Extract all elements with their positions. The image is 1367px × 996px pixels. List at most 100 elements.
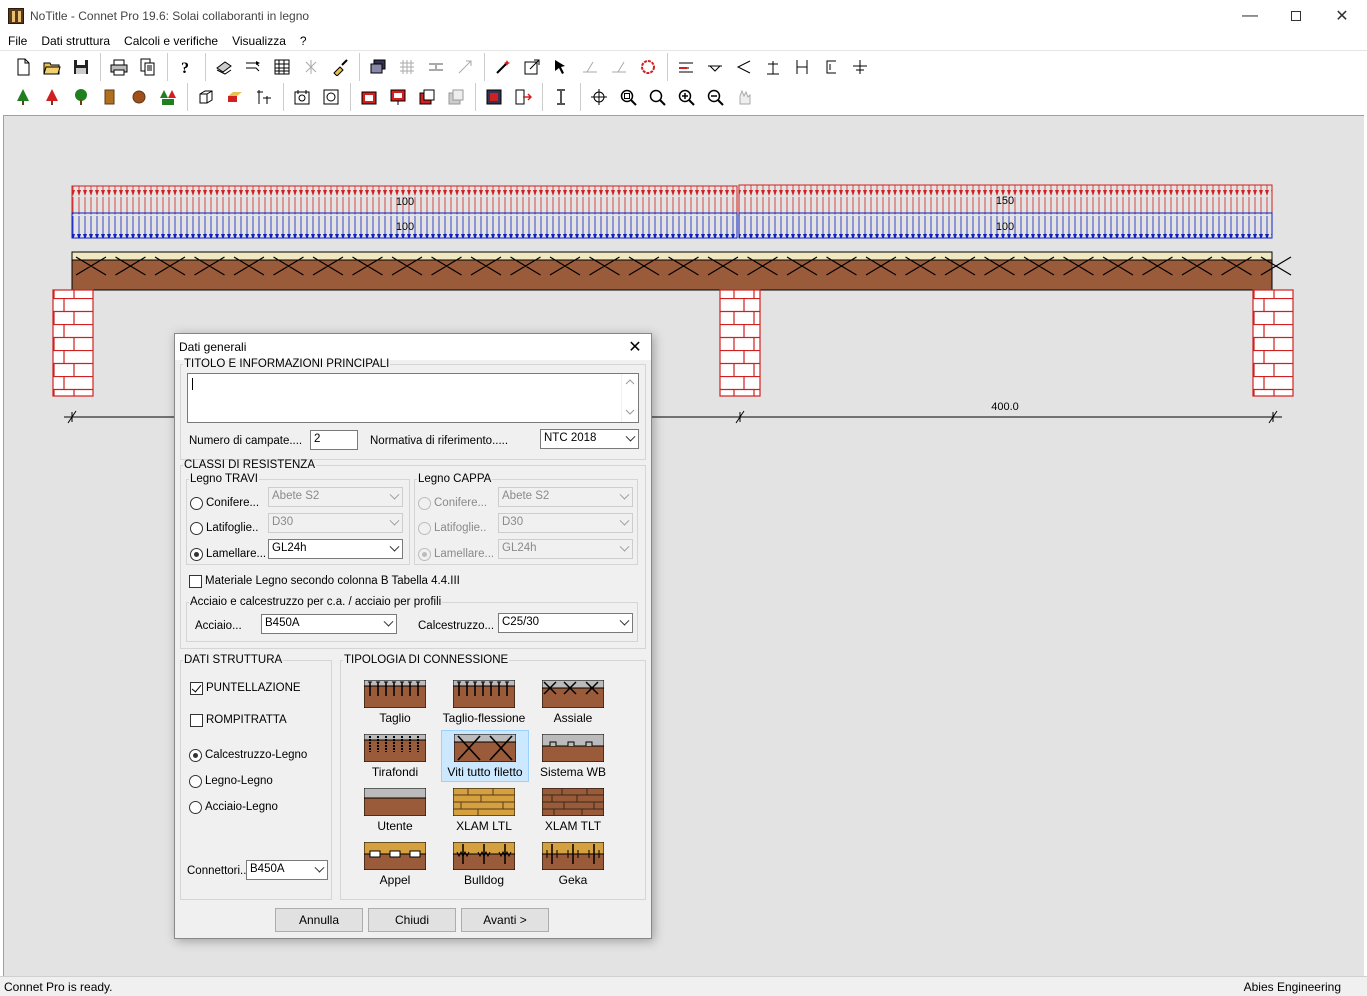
close-button[interactable]: ✕ bbox=[1319, 0, 1365, 31]
conn-tirafondi[interactable]: Tirafondi bbox=[351, 731, 439, 783]
travi-conifere-radio[interactable] bbox=[190, 497, 203, 510]
forest-icon[interactable] bbox=[153, 84, 182, 110]
column-icon[interactable] bbox=[758, 54, 787, 80]
cls-select[interactable]: C25/30 bbox=[498, 613, 633, 633]
travi-latifoglie-radio[interactable] bbox=[190, 522, 203, 535]
report-icon[interactable] bbox=[479, 84, 508, 110]
print-preview-icon[interactable] bbox=[133, 54, 162, 80]
zoom-window-icon[interactable] bbox=[613, 84, 642, 110]
chiudi-button[interactable]: Chiudi bbox=[368, 908, 456, 932]
type-acciaio-legno-radio[interactable] bbox=[189, 801, 202, 814]
scroll-arrows-icon[interactable] bbox=[622, 374, 638, 422]
magic-wand-icon[interactable] bbox=[488, 54, 517, 80]
conn-assiale[interactable]: Assiale bbox=[529, 677, 617, 729]
pan-icon[interactable] bbox=[584, 84, 613, 110]
conn-taglio-flessione-icon bbox=[453, 680, 515, 708]
normativa-label: Normativa di riferimento..... bbox=[370, 435, 509, 447]
menu-file[interactable]: File bbox=[0, 34, 34, 48]
minimize-button[interactable]: — bbox=[1227, 0, 1273, 31]
align-left-icon[interactable] bbox=[671, 54, 700, 80]
materiale-checkbox[interactable] bbox=[189, 575, 202, 588]
conn-tirafondi-label: Tirafondi bbox=[371, 765, 419, 779]
layers-icon[interactable] bbox=[363, 54, 392, 80]
menu-visualizza[interactable]: Visualizza bbox=[225, 34, 293, 48]
brush-icon[interactable] bbox=[325, 54, 354, 80]
log-icon[interactable] bbox=[95, 84, 124, 110]
open-folder-icon[interactable] bbox=[37, 54, 66, 80]
acciaio-label: Acciaio... bbox=[195, 620, 242, 632]
section-icon[interactable] bbox=[700, 54, 729, 80]
slab-icon[interactable] bbox=[220, 84, 249, 110]
acciaio-select[interactable]: B450A bbox=[261, 614, 397, 634]
zoom-in-icon[interactable] bbox=[671, 84, 700, 110]
conn-xlam-tlt-label: XLAM TLT bbox=[544, 819, 602, 833]
puntellazione-checkbox[interactable] bbox=[190, 682, 203, 695]
conn-geka[interactable]: Geka bbox=[529, 839, 617, 891]
connector-icon[interactable] bbox=[249, 84, 278, 110]
deciduous-tree-icon[interactable] bbox=[66, 84, 95, 110]
menu-dati-struttura[interactable]: Dati struttura bbox=[34, 34, 117, 48]
help-icon[interactable]: ? bbox=[171, 54, 200, 80]
new-file-icon[interactable] bbox=[8, 54, 37, 80]
zoom-extents-icon[interactable] bbox=[642, 84, 671, 110]
conn-sistema-wb[interactable]: Sistema WB bbox=[529, 731, 617, 783]
timber-section-icon[interactable] bbox=[124, 84, 153, 110]
red-tree-icon[interactable] bbox=[37, 84, 66, 110]
cappa-latifoglie-select: D30 bbox=[498, 513, 633, 533]
type-cls-legno-radio[interactable] bbox=[189, 749, 202, 762]
dialog-close-icon[interactable]: ✕ bbox=[623, 336, 647, 358]
geometry-icon[interactable] bbox=[238, 54, 267, 80]
maximize-button[interactable] bbox=[1273, 0, 1319, 31]
conn-taglio[interactable]: Taglio bbox=[351, 677, 439, 729]
acciaio-value: B450A bbox=[265, 617, 300, 629]
circle-tool-icon[interactable] bbox=[633, 54, 662, 80]
dimension-icon[interactable] bbox=[845, 54, 874, 80]
conn-bulldog[interactable]: Bulldog bbox=[440, 839, 528, 891]
print-icon[interactable] bbox=[104, 54, 133, 80]
rompitratta-checkbox[interactable] bbox=[190, 714, 203, 727]
conifer-tree-icon[interactable] bbox=[8, 84, 37, 110]
bracket-icon[interactable] bbox=[816, 54, 845, 80]
table-icon[interactable] bbox=[267, 54, 296, 80]
conn-appel[interactable]: Appel bbox=[351, 839, 439, 891]
calc-2-icon[interactable] bbox=[383, 84, 412, 110]
connettori-select[interactable]: B450A bbox=[246, 860, 328, 880]
app-icon bbox=[8, 7, 24, 24]
verify-2-icon[interactable] bbox=[316, 84, 345, 110]
menu-calcoli[interactable]: Calcoli e verifiche bbox=[117, 34, 225, 48]
conn-xlam-ltl[interactable]: XLAM LTL bbox=[440, 785, 528, 837]
text-cursor-icon[interactable] bbox=[546, 84, 575, 110]
menu-help[interactable]: ? bbox=[293, 34, 314, 48]
angle-icon[interactable] bbox=[729, 54, 758, 80]
travi-conifere-select: Abete S2 bbox=[268, 487, 403, 507]
split-icon[interactable] bbox=[787, 54, 816, 80]
title-textarea[interactable] bbox=[187, 373, 639, 423]
zoom-out-icon[interactable] bbox=[700, 84, 729, 110]
save-icon[interactable] bbox=[66, 54, 95, 80]
chevron-down-icon bbox=[389, 541, 400, 552]
export-report-icon[interactable] bbox=[508, 84, 537, 110]
cls-value: C25/30 bbox=[502, 616, 540, 628]
avanti-button[interactable]: Avanti > bbox=[461, 908, 549, 932]
type-legno-legno-radio[interactable] bbox=[189, 775, 202, 788]
travi-latifoglie-select: D30 bbox=[268, 513, 403, 533]
chevron-down-icon bbox=[619, 489, 630, 500]
normativa-select[interactable]: NTC 2018 bbox=[540, 429, 639, 449]
travi-lamellare-radio[interactable] bbox=[190, 548, 203, 561]
conn-utente[interactable]: Utente bbox=[351, 785, 439, 837]
export-icon[interactable] bbox=[517, 54, 546, 80]
annulla-button[interactable]: Annulla bbox=[275, 908, 363, 932]
pointer-icon[interactable] bbox=[546, 54, 575, 80]
general-data-icon[interactable] bbox=[209, 54, 238, 80]
textarea-scrollbar[interactable] bbox=[621, 374, 638, 422]
num-campate-input[interactable]: 2 bbox=[310, 430, 358, 450]
conn-taglio-flessione[interactable]: Taglio-flessione bbox=[440, 677, 528, 729]
conn-xlam-tlt[interactable]: XLAM TLT bbox=[529, 785, 617, 837]
verify-1-icon[interactable] bbox=[287, 84, 316, 110]
menu-bar: File Dati struttura Calcoli e verifiche … bbox=[0, 31, 1367, 51]
conn-viti-tutto-filetto[interactable]: Viti tutto filetto bbox=[441, 730, 529, 782]
travi-lamellare-select[interactable]: GL24h bbox=[268, 539, 403, 559]
calc-1-icon[interactable] bbox=[354, 84, 383, 110]
box-icon[interactable] bbox=[191, 84, 220, 110]
calc-3-icon[interactable] bbox=[412, 84, 441, 110]
